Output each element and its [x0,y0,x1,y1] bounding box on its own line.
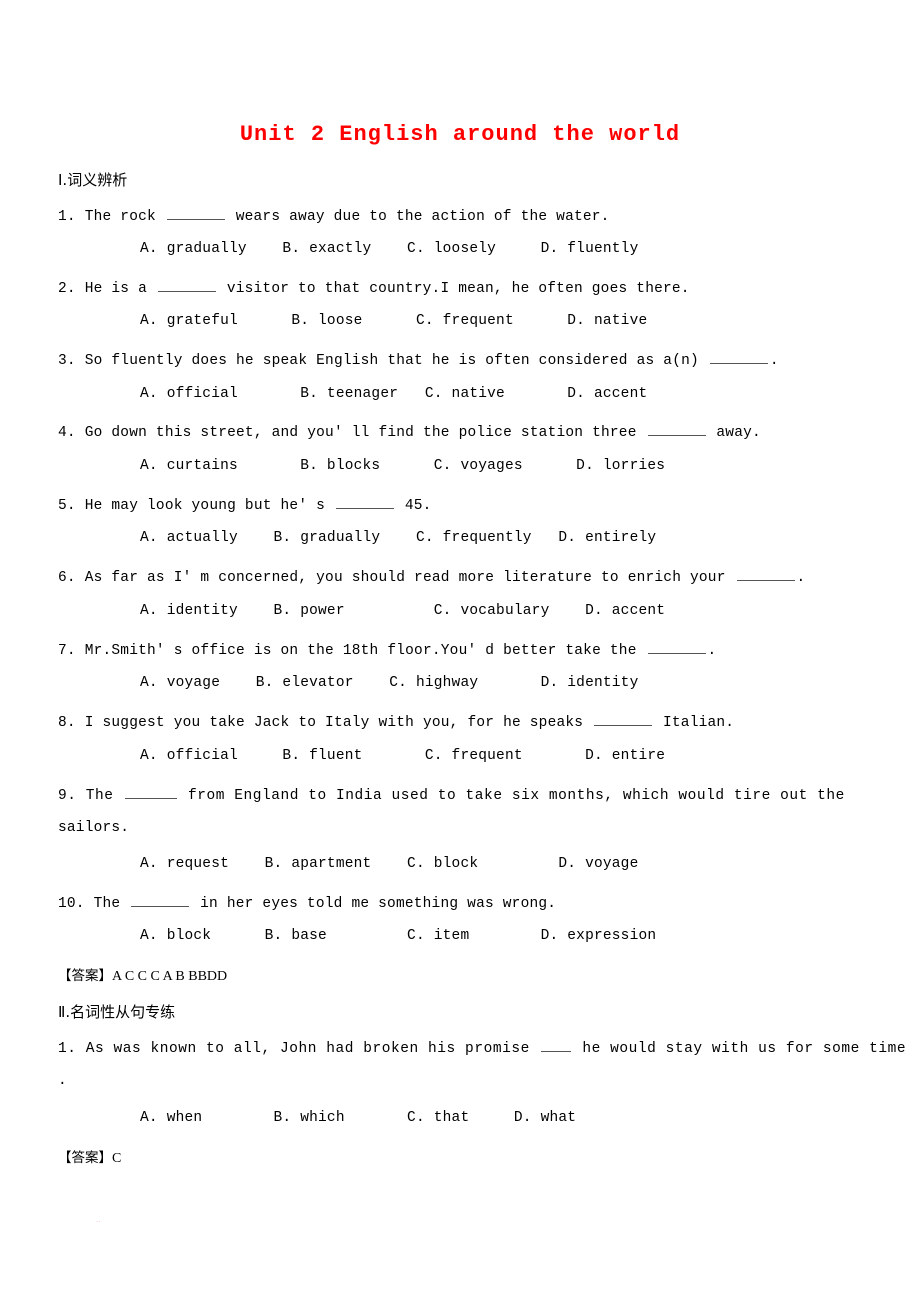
question-stem-5: 5. He may look young but he' s 45. [58,494,432,514]
question-stem-1-before: 1. The rock [58,208,165,225]
question-stem-2-before: 2. He is a [58,280,156,297]
section-2-question-options-1[interactable]: A. when B. which C. that D. what [140,1110,576,1126]
question-stem-6-before: 6. As far as I' m concerned, you should … [58,569,735,586]
section-heading-2: Ⅱ.名词性从句专练 [58,1003,176,1021]
answer-blank-1 [166,205,225,220]
question-options-2[interactable]: A. grateful B. loose C. frequent D. nati… [140,313,647,329]
question-stem-1-after: wears away due to the action of the wate… [226,208,610,225]
question-stem-5-before: 5. He may look young but he' s [58,497,334,514]
scan-artifact-speck: ·· [96,1218,101,1226]
section-2-question-stem-1-before: 1. As was known to all, John had broken … [58,1040,540,1057]
answer-key-label-1: 【答案】 [58,968,112,984]
section-2-answer-blank-1 [541,1037,572,1052]
question-stem-10: 10. The in her eyes told me something wa… [58,892,556,912]
document-page: Unit 2 English around the world Ⅰ.词义辨析 1… [0,0,920,1302]
question-stem-10-before: 10. The [58,895,130,912]
question-options-5[interactable]: A. actually B. gradually C. frequently D… [140,530,656,546]
question-options-1[interactable]: A. gradually B. exactly C. loosely D. fl… [140,241,638,257]
answer-key-value-1: A C C C A B BBDD [112,969,228,984]
question-stem-5-after: 45. [395,497,432,514]
question-stem-8-before: 8. I suggest you take Jack to Italy with… [58,714,593,731]
section-2-question-stem-1-line2: . [58,1073,67,1089]
question-options-10[interactable]: A. block B. base C. item D. expression [140,928,656,944]
question-stem-9-before: 9. The [58,787,123,804]
answer-blank-4 [647,421,706,436]
question-options-8[interactable]: A. official B. fluent C. frequent D. ent… [140,748,665,764]
answer-key-label-2: 【答案】 [58,1150,112,1166]
question-options-3[interactable]: A. official B. teenager C. native D. acc… [140,386,647,402]
question-stem-7: 7. Mr.Smith' s office is on the 18th flo… [58,639,716,659]
question-options-7[interactable]: A. voyage B. elevator C. highway D. iden… [140,675,638,691]
question-options-4[interactable]: A. curtains B. blocks C. voyages D. lorr… [140,458,665,474]
question-stem-3-before: 3. So fluently does he speak English tha… [58,352,708,369]
question-stem-1: 1. The rock wears away due to the action… [58,205,610,225]
question-stem-7-before: 7. Mr.Smith' s office is on the 18th flo… [58,642,646,659]
question-stem-4: 4. Go down this street, and you' ll find… [58,421,761,441]
question-stem-2-after: visitor to that country.I mean, he often… [217,280,690,297]
answer-blank-8 [594,711,653,726]
section-heading-1: Ⅰ.词义辨析 [58,171,128,189]
question-stem-4-before: 4. Go down this street, and you' ll find… [58,424,646,441]
question-stem-9: 9. The from England to India used to tak… [58,784,848,804]
question-stem-3: 3. So fluently does he speak English tha… [58,349,779,369]
answer-blank-10 [131,892,190,907]
section-2-question-stem-1-after: he would stay with us for some time [573,1040,907,1057]
question-stem-3-after: . [769,352,779,369]
answer-blank-3 [709,349,768,364]
answer-blank-5 [335,494,394,509]
question-options-6[interactable]: A. identity B. power C. vocabulary D. ac… [140,603,665,619]
answer-blank-6 [736,566,795,581]
question-stem-7-after: . [707,642,717,659]
answer-blank-2 [157,277,216,292]
question-stem-10-after: in her eyes told me something was wrong. [191,895,557,912]
answer-key-section-1: 【答案】A C C C A B BBDD [58,964,227,985]
question-stem-6-after: . [796,569,806,586]
answer-blank-9 [124,784,177,799]
question-stem-8: 8. I suggest you take Jack to Italy with… [58,711,734,731]
question-stem-6: 6. As far as I' m concerned, you should … [58,566,805,586]
question-stem-2: 2. He is a visitor to that country.I mea… [58,277,690,297]
question-stem-9-after: from England to India used to take six m… [178,787,845,804]
question-stem-8-after: Italian. [654,714,735,731]
question-options-9[interactable]: A. request B. apartment C. block D. voya… [140,856,638,872]
answer-key-section-2: 【答案】C [58,1146,121,1167]
question-stem-4-after: away. [707,424,761,441]
page-title: Unit 2 English around the world [239,122,681,147]
answer-blank-7 [647,639,706,654]
section-2-question-stem-1: 1. As was known to all, John had broken … [58,1037,906,1057]
answer-key-value-2: C [112,1151,122,1166]
question-stem-9-line2: sailors. [58,820,130,836]
